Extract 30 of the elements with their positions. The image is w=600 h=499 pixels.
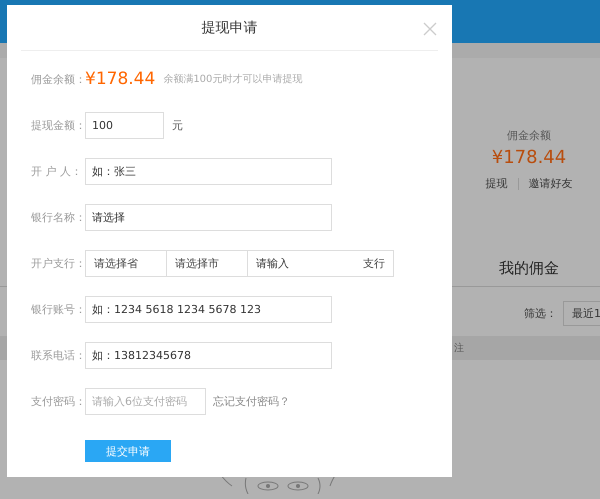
column-header: 注 (454, 342, 464, 355)
unit-label: 元 (172, 118, 183, 132)
balance-label: 佣金余额 (507, 128, 551, 143)
text-input[interactable]: 如：1234 5618 1234 5678 123 (85, 296, 332, 322)
field-label: 联系电话： (31, 348, 85, 362)
text-input[interactable]: 如：13812345678 (85, 342, 332, 368)
password-input[interactable]: 请输入6位支付密码 (85, 388, 206, 414)
field-label: 银行账号： (31, 302, 85, 316)
field-label: 开户支行： (31, 256, 85, 270)
text-input[interactable]: 如：张三 (85, 158, 332, 184)
suffix-label: 支行 (363, 256, 385, 270)
action-link[interactable]: 邀请好友 (528, 176, 572, 191)
forgot-password-link[interactable]: 忘记支付密码？ (213, 394, 290, 408)
tab[interactable]: 我的佣金 (458, 253, 600, 286)
amount-input[interactable]: 100 (85, 112, 164, 138)
field-label: 开 户 人： (31, 164, 83, 178)
close-icon[interactable] (423, 22, 437, 36)
filter-label: 筛选： (524, 306, 557, 321)
field-label: 银行名称： (31, 210, 85, 224)
balance-amount: ¥178.44 (492, 147, 566, 168)
text-input[interactable]: 请选择 (85, 204, 332, 230)
field-label: 支付密码： (31, 394, 85, 408)
dialog-title: 提现申请 (202, 18, 258, 36)
field-label: 提现金额： (31, 118, 85, 132)
field-label: 佣金余额： (31, 72, 85, 86)
filter-dropdown[interactable]: 最近1 (563, 301, 600, 326)
hint-text: 余额满100元时才可以申请提现 (163, 72, 302, 86)
action-link[interactable]: 提现 (486, 176, 508, 191)
province-dropdown[interactable]: 请选择省 (86, 250, 167, 276)
balance-amount: ¥178.44 (85, 69, 156, 89)
